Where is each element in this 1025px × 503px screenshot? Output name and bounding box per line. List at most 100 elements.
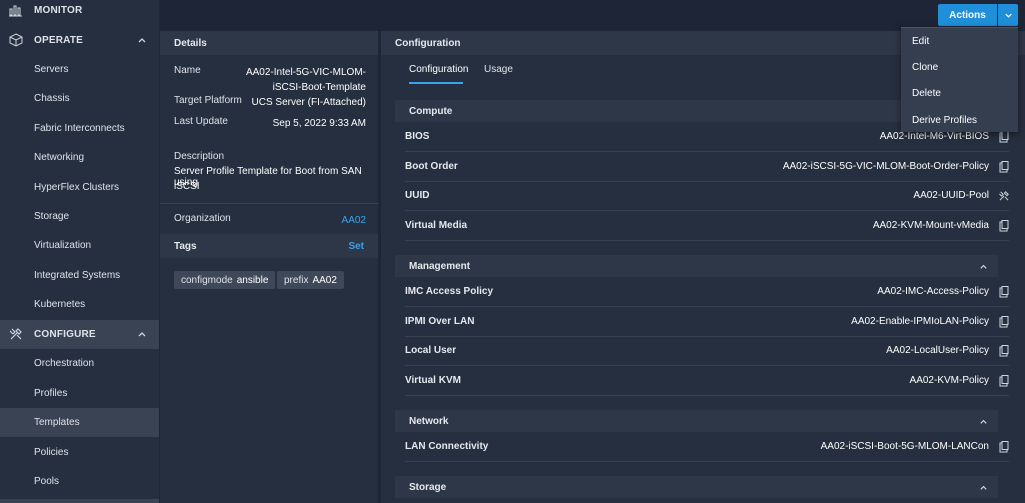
sidebar-monitor-label: MONITOR: [34, 5, 83, 16]
detail-platform-label: Target Platform: [174, 95, 242, 106]
tag-chip: configmode ansible: [174, 271, 276, 289]
detail-organization-label: Organization: [174, 213, 231, 224]
chevron-down-icon: [1004, 13, 1012, 18]
detail-name-value-line2: iSCSI-Boot-Template: [272, 82, 366, 93]
config-row-virtual-media: Virtual Media AA02-KVM-Mount-vMedia: [405, 211, 1009, 241]
detail-description-line2: iSCSI: [174, 181, 200, 192]
copy-icon[interactable]: [999, 286, 1009, 298]
sidebar-operate[interactable]: OPERATE: [0, 26, 159, 55]
chevron-up-icon: [980, 264, 987, 269]
top-bar: [159, 0, 1025, 31]
imc-access-policy-value: AA02-IMC-Access-Policy: [877, 286, 989, 297]
detail-update-value: Sep 5, 2022 9:33 AM: [272, 118, 366, 129]
sidebar-bottom-edge: [0, 499, 159, 503]
tags-header: Tags Set: [160, 234, 378, 258]
lan-connectivity-policy-value: AA02-iSCSI-Boot-5G-MLOM-LANCon: [820, 441, 989, 452]
tag-chip: prefix AA02: [277, 271, 344, 289]
config-row-uuid: UUID AA02-UUID-Pool: [405, 181, 1009, 211]
details-panel: Details Name AA02-Intel-5G-VIC-MLOM- iSC…: [160, 31, 378, 503]
tags-set-link[interactable]: Set: [348, 241, 364, 252]
detail-name-value-line1: AA02-Intel-5G-VIC-MLOM-: [245, 67, 366, 78]
sidebar-item-chassis[interactable]: Chassis: [0, 84, 159, 113]
actions-button[interactable]: Actions: [938, 4, 997, 26]
copy-icon[interactable]: [999, 375, 1009, 387]
uuid-pool-value: AA02-UUID-Pool: [913, 190, 989, 201]
active-tab-indicator: [409, 82, 463, 84]
virtual-kvm-policy-value: AA02-KVM-Policy: [909, 375, 989, 386]
config-row-lan-connectivity: LAN Connectivity AA02-iSCSI-Boot-5G-MLOM…: [405, 432, 1009, 462]
config-row-local-user: Local User AA02-LocalUser-Policy: [405, 336, 1009, 366]
section-storage-header[interactable]: Storage: [395, 476, 998, 498]
chevron-up-icon: [980, 485, 987, 490]
sidebar-item-profiles[interactable]: Profiles: [0, 379, 159, 408]
sidebar-configure-label: CONFIGURE: [34, 329, 96, 340]
menu-item-derive-profiles[interactable]: Derive Profiles: [912, 115, 977, 126]
tab-configuration[interactable]: Configuration: [409, 64, 468, 75]
sidebar: MONITOR OPERATE Servers Chassis Fabric I…: [0, 0, 159, 503]
config-row-boot-order: Boot Order AA02-iSCSI-5G-VIC-MLOM-Boot-O…: [405, 152, 1009, 182]
menu-item-clone[interactable]: Clone: [912, 62, 938, 73]
chevron-up-icon: [138, 38, 146, 43]
menu-item-delete[interactable]: Delete: [912, 88, 941, 99]
bios-policy-value: AA02-Intel-M6-Virt-BIOS: [879, 131, 989, 142]
sidebar-item-hyperflex-clusters[interactable]: HyperFlex Clusters: [0, 173, 159, 202]
virtual-media-policy-value: AA02-KVM-Mount-vMedia: [872, 220, 989, 231]
detail-platform-row: Target Platform UCS Server (FI-Attached): [174, 95, 366, 111]
tools-icon: [9, 328, 22, 340]
config-row-virtual-kvm: Virtual KVM AA02-KVM-Policy: [405, 366, 1009, 396]
sidebar-item-templates[interactable]: Templates: [0, 408, 159, 437]
detail-update-label: Last Update: [174, 116, 228, 127]
sidebar-item-servers[interactable]: Servers: [0, 55, 159, 84]
sidebar-item-integrated-systems[interactable]: Integrated Systems: [0, 261, 159, 290]
detail-name-label: Name: [174, 65, 201, 76]
detail-description-label: Description: [174, 151, 225, 162]
tab-usage[interactable]: Usage: [484, 64, 513, 75]
actions-menu: Edit Clone Delete Derive Profiles: [901, 27, 1018, 132]
copy-icon[interactable]: [999, 161, 1009, 173]
config-row-ipmi-over-lan: IPMI Over LAN AA02-Enable-IPMIoLAN-Polic…: [405, 307, 1009, 337]
ipmi-policy-value: AA02-Enable-IPMIoLAN-Policy: [851, 316, 989, 327]
copy-icon[interactable]: [999, 316, 1009, 328]
sidebar-operate-label: OPERATE: [34, 35, 83, 46]
sidebar-item-policies[interactable]: Policies: [0, 438, 159, 467]
sidebar-item-pools[interactable]: Pools: [0, 467, 159, 496]
chevron-up-icon: [138, 332, 146, 337]
detail-update-row: Last Update Sep 5, 2022 9:33 AM: [174, 116, 366, 132]
tools-icon[interactable]: [999, 190, 1009, 202]
chevron-up-icon: [980, 419, 987, 424]
menu-item-edit[interactable]: Edit: [912, 36, 929, 47]
details-divider: [160, 203, 378, 204]
section-storage-title: Storage: [409, 481, 447, 493]
monitor-icon: [9, 5, 22, 17]
config-row-imc-access: IMC Access Policy AA02-IMC-Access-Policy: [405, 277, 1009, 307]
actions-menu-top-edge: [901, 27, 1018, 28]
sidebar-configure[interactable]: CONFIGURE: [0, 320, 159, 349]
sidebar-item-fabric-interconnects[interactable]: Fabric Interconnects: [0, 114, 159, 143]
sidebar-item-storage[interactable]: Storage: [0, 202, 159, 231]
copy-icon[interactable]: [999, 441, 1009, 453]
detail-description-row: Description Server Profile Template for …: [174, 151, 366, 195]
section-compute-title: Compute: [409, 105, 453, 117]
local-user-policy-value: AA02-LocalUser-Policy: [886, 345, 989, 356]
detail-description-line1: Server Profile Template for Boot from SA…: [174, 166, 362, 188]
actions-dropdown-toggle[interactable]: [998, 4, 1018, 26]
sidebar-item-kubernetes[interactable]: Kubernetes: [0, 290, 159, 319]
section-management-title: Management: [409, 260, 471, 272]
tags-label: Tags: [174, 240, 197, 252]
copy-icon[interactable]: [999, 345, 1009, 357]
section-network-header[interactable]: Network: [395, 410, 998, 432]
section-network-title: Network: [409, 415, 449, 427]
sidebar-item-orchestration[interactable]: Orchestration: [0, 349, 159, 378]
detail-organization-row: Organization AA02: [174, 213, 366, 229]
detail-name-row: Name AA02-Intel-5G-VIC-MLOM- iSCSI-Boot-…: [174, 65, 366, 97]
cube-icon: [9, 33, 23, 47]
sidebar-item-virtualization[interactable]: Virtualization: [0, 231, 159, 260]
copy-icon[interactable]: [999, 220, 1009, 232]
details-title: Details: [160, 31, 378, 55]
section-management-header[interactable]: Management: [395, 255, 998, 277]
detail-platform-value: UCS Server (FI-Attached): [251, 97, 366, 108]
sidebar-item-networking[interactable]: Networking: [0, 143, 159, 172]
copy-icon[interactable]: [999, 131, 1009, 143]
sidebar-monitor[interactable]: MONITOR: [0, 0, 159, 25]
organization-link[interactable]: AA02: [342, 213, 366, 228]
